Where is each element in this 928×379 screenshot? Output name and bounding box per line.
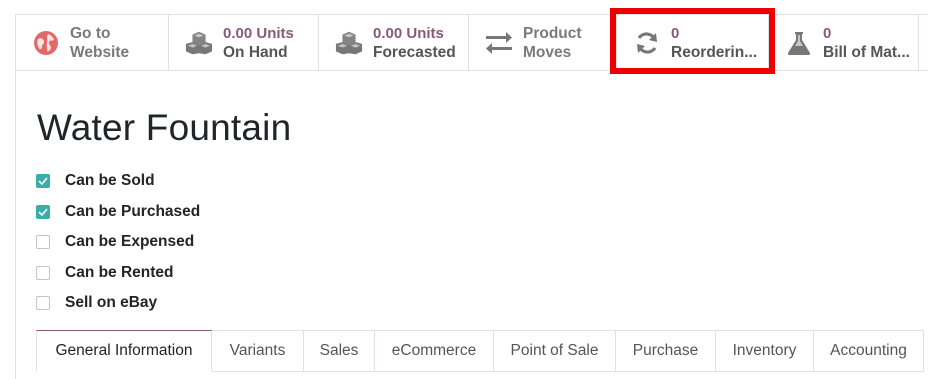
cubes-icon (185, 29, 213, 57)
tab-inventory[interactable]: Inventory (716, 330, 814, 372)
can-be-sold-checkbox[interactable] (36, 174, 50, 189)
smart-button-box: Go to Website 0.00 Units On Hand 0.00 Un… (16, 15, 928, 71)
exchange-arrows-icon (485, 29, 513, 57)
can-be-expensed-label: Can be Expensed (65, 233, 195, 251)
moves-label: Moves (523, 43, 572, 61)
on-hand-button[interactable]: 0.00 Units On Hand (169, 15, 319, 70)
sell-on-ebay-checkbox[interactable] (36, 296, 50, 311)
forecasted-value: 0.00 Units (373, 24, 444, 42)
forecasted-button[interactable]: 0.00 Units Forecasted (319, 15, 469, 70)
can-be-sold-label: Can be Sold (65, 172, 155, 190)
can-be-rented-label: Can be Rented (65, 263, 174, 281)
product-label: Product (523, 24, 582, 42)
on-hand-value: 0.00 Units (223, 24, 294, 42)
can-be-rented-row: Can be Rented (36, 258, 200, 289)
can-be-expensed-row: Can be Expensed (36, 227, 200, 258)
tab-point-of-sale[interactable]: Point of Sale (494, 330, 616, 372)
reordering-count: 0 (671, 24, 680, 42)
sell-on-ebay-label: Sell on eBay (65, 294, 158, 312)
on-hand-label: On Hand (223, 43, 288, 61)
tab-accounting[interactable]: Accounting (814, 330, 924, 372)
can-be-expensed-checkbox[interactable] (36, 235, 50, 250)
tab-purchase[interactable]: Purchase (616, 330, 716, 372)
can-be-purchased-row: Can be Purchased (36, 197, 200, 228)
sell-on-ebay-row: Sell on eBay (36, 288, 200, 319)
flask-icon (785, 29, 813, 57)
product-name[interactable]: Water Fountain (37, 107, 291, 149)
product-form-sheet: Go to Website 0.00 Units On Hand 0.00 Un… (15, 14, 928, 379)
tab-variants[interactable]: Variants (212, 330, 304, 372)
bill-of-materials-button[interactable]: 0 Bill of Mat... (769, 15, 919, 70)
reordering-rules-button[interactable]: 0 Reorderin... (617, 15, 769, 70)
can-be-rented-checkbox[interactable] (36, 265, 50, 280)
refresh-icon (633, 29, 661, 57)
can-be-purchased-label: Can be Purchased (65, 202, 201, 220)
bom-label: Bill of Mat... (823, 43, 910, 61)
product-options: Can be Sold Can be Purchased Can be Expe… (36, 166, 200, 319)
cubes-icon (335, 29, 363, 57)
tab-sales[interactable]: Sales (304, 330, 375, 372)
bom-count: 0 (823, 24, 832, 42)
tab-general-information[interactable]: General Information (36, 330, 212, 372)
tab-ecommerce[interactable]: eCommerce (375, 330, 494, 372)
go-to-website-button[interactable]: Go to Website (16, 15, 169, 70)
notebook-tabs: General Information Variants Sales eComm… (36, 330, 928, 372)
reordering-label: Reorderin... (671, 43, 758, 61)
globe-icon (32, 29, 60, 57)
product-moves-button[interactable]: Product Moves (469, 15, 617, 70)
website-label: Website (70, 43, 130, 61)
can-be-sold-row: Can be Sold (36, 166, 200, 197)
can-be-purchased-checkbox[interactable] (36, 204, 50, 219)
forecasted-label: Forecasted (373, 43, 456, 61)
go-to-label: Go to (70, 24, 111, 42)
